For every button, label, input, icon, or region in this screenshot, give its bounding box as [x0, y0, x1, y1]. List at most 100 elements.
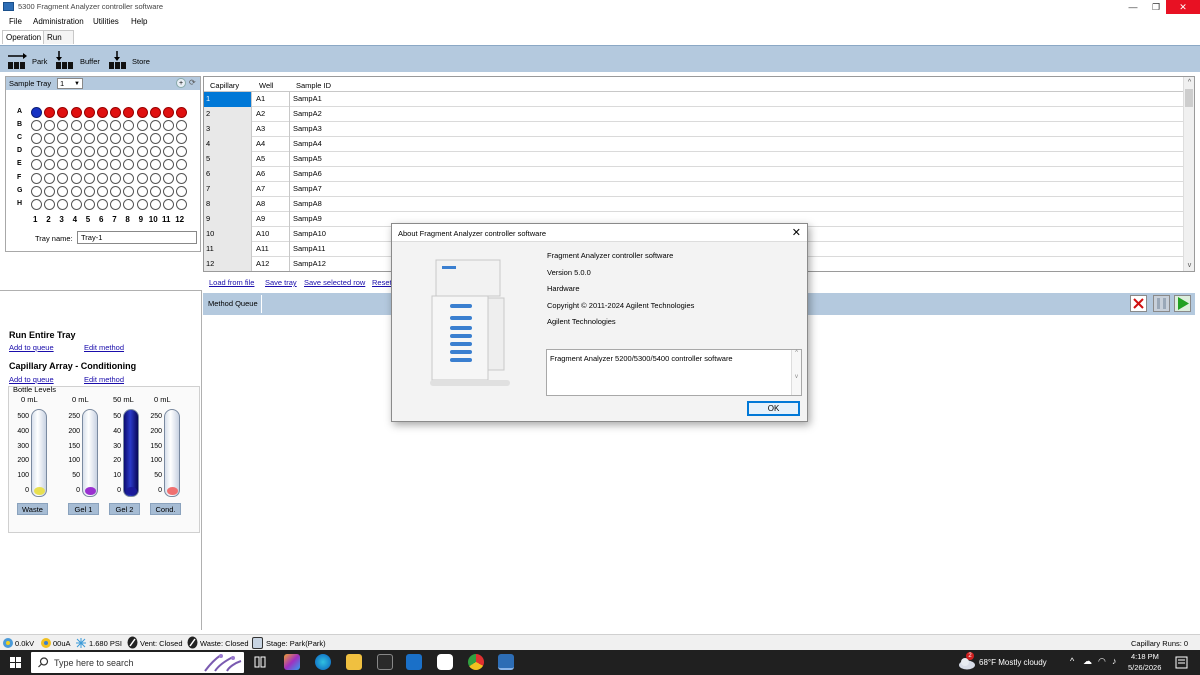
- file-explorer-icon[interactable]: [346, 654, 362, 670]
- capillary-cell[interactable]: 5: [204, 152, 252, 167]
- tray-well[interactable]: [57, 146, 69, 158]
- tray-well[interactable]: [83, 172, 95, 184]
- capillary-cell[interactable]: 1: [204, 92, 252, 107]
- capillary-cell[interactable]: 7: [204, 182, 252, 197]
- tray-well[interactable]: [97, 133, 108, 145]
- tab-operation[interactable]: Operation: [2, 30, 46, 44]
- conditioning-add-to-queue-link[interactable]: Add to queue: [9, 375, 54, 384]
- capillary-cell[interactable]: 8: [204, 197, 252, 212]
- tray-well[interactable]: [136, 146, 148, 158]
- tray-well[interactable]: [97, 120, 108, 132]
- pause-button[interactable]: [1153, 295, 1170, 312]
- tray-well[interactable]: [57, 120, 69, 132]
- well-cell[interactable]: A5: [252, 152, 290, 167]
- microsoft-store-icon[interactable]: [377, 654, 393, 670]
- tray-well[interactable]: [163, 107, 174, 118]
- tray-well[interactable]: [70, 146, 82, 158]
- conditioning-edit-method-link[interactable]: Edit method: [84, 375, 124, 384]
- tray-well[interactable]: [110, 185, 122, 197]
- tray-well[interactable]: [123, 172, 135, 184]
- tray-well[interactable]: [149, 198, 161, 210]
- fragment-analyzer-taskbar-icon[interactable]: [498, 654, 514, 670]
- tray-well[interactable]: [123, 146, 135, 158]
- copilot-icon[interactable]: [284, 654, 300, 670]
- tray-well[interactable]: [123, 198, 135, 210]
- tray-well[interactable]: [70, 172, 82, 184]
- run-tray-add-to-queue-link[interactable]: Add to queue: [9, 343, 54, 352]
- tray-well[interactable]: [110, 172, 122, 184]
- tray-well[interactable]: [57, 185, 69, 197]
- reset-link[interactable]: Reset: [372, 278, 392, 287]
- well-cell[interactable]: A2: [252, 107, 290, 122]
- tray-well[interactable]: [57, 198, 69, 210]
- tray-well[interactable]: [31, 172, 42, 184]
- tray-well[interactable]: [149, 133, 161, 145]
- tray-well[interactable]: [136, 185, 148, 197]
- tray-well[interactable]: [176, 198, 188, 210]
- tray-well[interactable]: [149, 159, 161, 171]
- tray-well[interactable]: [97, 172, 108, 184]
- tray-well[interactable]: [31, 159, 42, 171]
- close-button[interactable]: ✕: [1166, 0, 1200, 14]
- tray-well[interactable]: [123, 133, 135, 145]
- table-row[interactable]: 4 A4 SampA4: [204, 137, 1184, 152]
- tray-well[interactable]: [57, 107, 69, 118]
- wifi-icon[interactable]: ◠: [1098, 656, 1106, 667]
- tray-well[interactable]: [97, 198, 108, 210]
- weather-text[interactable]: 68°F Mostly cloudy: [979, 658, 1047, 667]
- well-cell[interactable]: A1: [252, 92, 290, 107]
- capillary-cell[interactable]: 12: [204, 257, 252, 271]
- save-tray-link[interactable]: Save tray: [265, 278, 297, 287]
- tray-well[interactable]: [176, 159, 188, 171]
- tray-well[interactable]: [83, 107, 95, 118]
- tray-well[interactable]: [44, 120, 56, 132]
- tray-well[interactable]: [123, 185, 135, 197]
- task-view-icon[interactable]: [252, 654, 268, 670]
- well-cell[interactable]: A3: [252, 122, 290, 137]
- tray-well[interactable]: [110, 198, 122, 210]
- well-cell[interactable]: A9: [252, 212, 290, 227]
- tray-well[interactable]: [83, 185, 95, 197]
- outlook-icon[interactable]: [406, 654, 422, 670]
- tray-well[interactable]: [70, 159, 82, 171]
- edge-browser-icon[interactable]: [315, 654, 331, 670]
- tray-well[interactable]: [44, 146, 56, 158]
- tray-well[interactable]: [70, 198, 82, 210]
- tray-well[interactable]: [110, 146, 122, 158]
- remove-queue-button[interactable]: [1130, 295, 1147, 312]
- tray-well[interactable]: [83, 133, 95, 145]
- tray-well[interactable]: [31, 146, 42, 158]
- tray-well[interactable]: [110, 159, 122, 171]
- sample-id-cell[interactable]: SampA3: [290, 122, 1184, 137]
- tray-well[interactable]: [70, 185, 82, 197]
- tray-well[interactable]: [97, 146, 108, 158]
- sample-tray-select[interactable]: 1 ▼: [57, 78, 83, 89]
- scroll-up-icon[interactable]: ^: [1184, 77, 1194, 88]
- windows-start-icon[interactable]: [10, 657, 21, 668]
- col-header-well[interactable]: Well: [259, 81, 273, 90]
- tray-well[interactable]: [31, 133, 42, 145]
- sample-id-cell[interactable]: SampA5: [290, 152, 1184, 167]
- tray-well[interactable]: [97, 159, 108, 171]
- notifications-icon[interactable]: [1175, 656, 1188, 669]
- tray-well[interactable]: [31, 185, 42, 197]
- well-cell[interactable]: A8: [252, 197, 290, 212]
- tray-well[interactable]: [136, 120, 148, 132]
- sample-id-cell[interactable]: SampA8: [290, 197, 1184, 212]
- dialog-close-button[interactable]: ✕: [792, 226, 801, 239]
- tray-well[interactable]: [97, 185, 108, 197]
- tray-well[interactable]: [70, 107, 82, 118]
- remote-app-icon[interactable]: [437, 654, 453, 670]
- tray-well[interactable]: [163, 159, 174, 171]
- tray-well[interactable]: [176, 146, 188, 158]
- tray-well[interactable]: [31, 107, 42, 118]
- tray-well[interactable]: [123, 107, 135, 118]
- tray-well[interactable]: [44, 185, 56, 197]
- tray-well[interactable]: [136, 159, 148, 171]
- tray-well[interactable]: [57, 133, 69, 145]
- tray-well[interactable]: [163, 133, 174, 145]
- tray-well[interactable]: [110, 107, 122, 118]
- capillary-cell[interactable]: 4: [204, 137, 252, 152]
- chevron-up-icon[interactable]: ^: [1070, 656, 1074, 666]
- tray-well[interactable]: [123, 159, 135, 171]
